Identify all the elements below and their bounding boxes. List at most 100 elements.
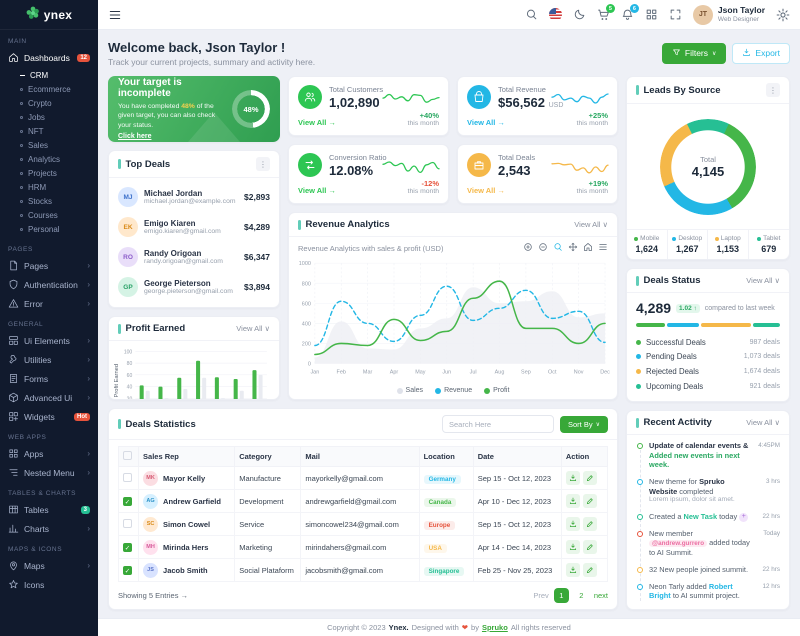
row-checkbox[interactable]: ✓: [123, 497, 132, 506]
more-options-icon[interactable]: ⋮: [766, 83, 780, 97]
sidebar-subitem-projects[interactable]: Projects: [0, 166, 98, 180]
sort-by-button[interactable]: Sort By∨: [560, 416, 608, 433]
sidebar-item-dashboards[interactable]: Dashboards12: [0, 48, 98, 67]
sidebar-item-icons[interactable]: Icons: [0, 575, 98, 594]
top-deal-row[interactable]: GPGeorge Pietersongeorge.pieterson@gmail…: [118, 272, 270, 302]
search-input[interactable]: [442, 415, 554, 433]
sidebar-subitem-courses[interactable]: Courses: [0, 208, 98, 222]
pan-icon[interactable]: [568, 242, 578, 255]
profit-view-all[interactable]: View All ∨: [236, 324, 270, 333]
download-button[interactable]: [566, 471, 580, 485]
sidebar-item-widgets[interactable]: WidgetsHot: [0, 407, 98, 426]
profile-menu[interactable]: JT Json Taylor Web Designer: [693, 5, 765, 25]
view-all-link[interactable]: View All →: [467, 186, 505, 195]
sidebar-item-apps[interactable]: Apps›: [0, 444, 98, 463]
moon-icon[interactable]: [573, 8, 586, 21]
row-checkbox[interactable]: ✓: [123, 566, 132, 575]
sidebar-subitem-crypto[interactable]: Crypto: [0, 96, 98, 110]
fullscreen-icon[interactable]: [669, 8, 682, 21]
chart-menu-icon[interactable]: [598, 242, 608, 255]
gear-icon[interactable]: [776, 8, 790, 22]
sidebar-item-authentication[interactable]: Authentication›: [0, 275, 98, 294]
legend-item-revenue[interactable]: Revenue: [435, 387, 472, 394]
pagination-next[interactable]: next: [594, 591, 608, 600]
filters-button[interactable]: Filters ∨: [662, 43, 727, 64]
edit-button[interactable]: [583, 563, 597, 577]
row-checkbox[interactable]: [123, 519, 132, 528]
sidebar-subitem-analytics[interactable]: Analytics: [0, 152, 98, 166]
footer-designer-link[interactable]: Spruko: [482, 623, 508, 632]
column-header-date[interactable]: Date: [473, 447, 561, 467]
zoom-in-icon[interactable]: [523, 242, 533, 255]
selection-zoom-icon[interactable]: [553, 242, 563, 255]
pagination-page-1[interactable]: 1: [554, 588, 569, 603]
sidebar-item-tables[interactable]: Tables3: [0, 500, 98, 519]
activity-item[interactable]: 4 hrsReplied to new support request ✓: [637, 608, 780, 609]
column-header-location[interactable]: Location: [419, 447, 473, 467]
activity-item[interactable]: TodayNew member @andrew.gurrero added to…: [637, 529, 780, 565]
legend-item-sales[interactable]: Sales: [397, 387, 424, 394]
row-checkbox[interactable]: [123, 473, 132, 482]
row-checkbox[interactable]: ✓: [123, 543, 132, 552]
download-button[interactable]: [566, 563, 580, 577]
activity-item[interactable]: 4:45PMUpdate of calendar events & Added …: [637, 441, 780, 477]
search-icon[interactable]: [525, 8, 538, 21]
sidebar-item-nested-menu[interactable]: Nested Menu›: [0, 463, 98, 482]
sidebar-item-error[interactable]: Error›: [0, 294, 98, 313]
bell-icon[interactable]: 6: [621, 8, 634, 21]
column-header-action[interactable]: Action: [561, 447, 607, 467]
sidebar-item-maps[interactable]: Maps›: [0, 556, 98, 575]
activity-item[interactable]: 12 hrsNeon Tarly added Robert Bright to …: [637, 582, 780, 608]
top-deal-row[interactable]: MJMichael Jordanmichael.jordan@example.c…: [118, 182, 270, 212]
sidebar-item-pages[interactable]: Pages›: [0, 256, 98, 275]
activity-item[interactable]: 22 hrs32 New people joined summit.: [637, 565, 780, 582]
sidebar-subitem-stocks[interactable]: Stocks: [0, 194, 98, 208]
view-all-link[interactable]: View All →: [467, 118, 505, 127]
logo[interactable]: ynex: [0, 0, 98, 30]
hamburger-icon[interactable]: [108, 8, 122, 22]
us-flag-icon[interactable]: [549, 8, 562, 21]
more-options-icon[interactable]: ⋮: [256, 157, 270, 171]
edit-button[interactable]: [583, 540, 597, 554]
click-here-link[interactable]: Click here: [118, 133, 151, 140]
download-button[interactable]: [566, 494, 580, 508]
view-all-link[interactable]: View All →: [298, 186, 336, 195]
sidebar-item-ui-elements[interactable]: Ui Elements›: [0, 331, 98, 350]
sidebar-item-advanced-ui[interactable]: Advanced Ui›: [0, 388, 98, 407]
reset-home-icon[interactable]: [583, 242, 593, 255]
edit-button[interactable]: [583, 471, 597, 485]
sidebar-item-forms[interactable]: Forms›: [0, 369, 98, 388]
cart-icon[interactable]: 5: [597, 8, 610, 21]
view-all-link[interactable]: View All →: [298, 118, 336, 127]
export-button[interactable]: Export: [732, 43, 790, 64]
pagination-page-2[interactable]: 2: [574, 588, 589, 603]
sidebar-subitem-nft[interactable]: NFT: [0, 124, 98, 138]
revenue-view-all[interactable]: View All ∨: [574, 220, 608, 229]
column-header-mail[interactable]: Mail: [301, 447, 419, 467]
sidebar-item-charts[interactable]: Charts›: [0, 519, 98, 538]
activity-view-all[interactable]: View All ∨: [746, 418, 780, 427]
sidebar-item-utilities[interactable]: Utilities›: [0, 350, 98, 369]
top-deal-row[interactable]: RORandy Origoanrandy.origoan@gmail.com$6…: [118, 242, 270, 272]
sidebar-subitem-personal[interactable]: Personal: [0, 222, 98, 236]
top-deal-row[interactable]: EKEmigo Kiarenemigo.kiaren@gmail.com$4,2…: [118, 212, 270, 242]
activity-item[interactable]: 22 hrsCreated a New Task today +: [637, 512, 780, 529]
sidebar-subitem-ecommerce[interactable]: Ecommerce: [0, 82, 98, 96]
sidebar-subitem-hrm[interactable]: HRM: [0, 180, 98, 194]
column-header-category[interactable]: Category: [235, 447, 301, 467]
select-all-checkbox[interactable]: [119, 447, 139, 467]
sidebar-subitem-crm[interactable]: CRM: [0, 68, 98, 82]
column-header-sales-rep[interactable]: Sales Rep: [139, 447, 235, 467]
sidebar-subitem-jobs[interactable]: Jobs: [0, 110, 98, 124]
pagination-prev[interactable]: Prev: [533, 591, 548, 600]
download-button[interactable]: [566, 540, 580, 554]
sidebar-subitem-sales[interactable]: Sales: [0, 138, 98, 152]
activity-item[interactable]: 3 hrsNew theme for Spruko Website comple…: [637, 477, 780, 512]
deals-status-view-all[interactable]: View All ∨: [746, 276, 780, 285]
edit-button[interactable]: [583, 517, 597, 531]
edit-button[interactable]: [583, 494, 597, 508]
legend-item-profit[interactable]: Profit: [484, 387, 509, 394]
download-button[interactable]: [566, 517, 580, 531]
zoom-out-icon[interactable]: [538, 242, 548, 255]
apps-grid-icon[interactable]: [645, 8, 658, 21]
